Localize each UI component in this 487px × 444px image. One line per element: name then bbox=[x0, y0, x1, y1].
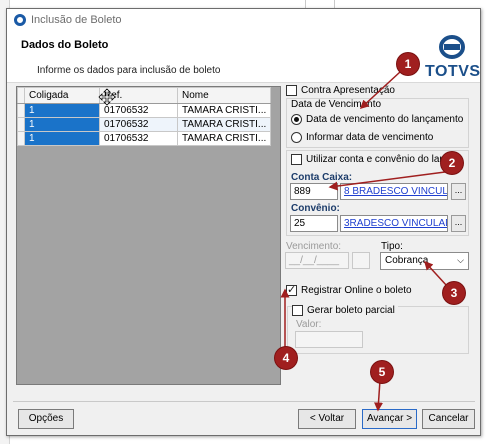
radio-label: Data de vencimento do lançamento bbox=[306, 114, 464, 125]
registrar-online-checkbox[interactable]: Registrar Online o boleto bbox=[286, 283, 412, 296]
footer-divider bbox=[13, 401, 475, 402]
tipo-select[interactable]: Cobrança ⌵ bbox=[380, 252, 469, 270]
tipo-label: Tipo: bbox=[381, 241, 403, 252]
row-gutter bbox=[17, 131, 25, 146]
app-icon bbox=[14, 14, 26, 26]
contra-apresentacao-checkbox[interactable]: Contra Apresentação bbox=[286, 85, 395, 96]
conta-caixa-lookup-button[interactable]: ... bbox=[451, 183, 466, 200]
title-bar: Inclusão de Boleto bbox=[7, 9, 480, 31]
radio-informar-vencimento[interactable]: Informar data de vencimento bbox=[291, 132, 433, 143]
cell-nome[interactable]: TAMARA CRISTI... bbox=[176, 131, 272, 146]
header-title: Dados do Boleto bbox=[21, 39, 109, 51]
annotation-marker-1: 1 bbox=[397, 53, 419, 75]
checkbox[interactable] bbox=[291, 154, 302, 165]
radio-button[interactable] bbox=[291, 132, 302, 143]
background-divider bbox=[334, 0, 335, 8]
cancelar-button[interactable]: Cancelar bbox=[422, 409, 475, 429]
utilizar-conta-label: Utilizar conta e convênio do lançamento bbox=[306, 154, 456, 165]
window-title: Inclusão de Boleto bbox=[31, 14, 122, 26]
boleto-grid[interactable]: Coligada Ref. Nome 1 01706532 TAMARA CRI… bbox=[16, 86, 281, 385]
annotation-marker-5: 5 bbox=[371, 361, 393, 383]
cell-coligada[interactable]: 1 bbox=[24, 131, 100, 146]
gerar-parcial-checkbox[interactable]: Gerar boleto parcial bbox=[292, 305, 398, 316]
convenio-desc-field[interactable]: 3RADESCO VINCULADA SP8 bbox=[340, 215, 448, 232]
voltar-button[interactable]: < Voltar bbox=[298, 409, 356, 429]
cell-coligada[interactable]: 1 bbox=[24, 117, 100, 132]
utilizar-conta-checkbox[interactable]: Utilizar conta e convênio do lançamento bbox=[291, 154, 456, 165]
cell-nome[interactable]: TAMARA CRISTI... bbox=[176, 103, 272, 118]
chevron-down-icon: ⌵ bbox=[457, 255, 464, 265]
header-subtitle: Informe os dados para inclusão de boleto bbox=[37, 65, 221, 76]
annotation-marker-2: 2 bbox=[441, 152, 463, 174]
row-gutter bbox=[17, 103, 25, 118]
totvs-logo-text: TOTVS bbox=[425, 63, 481, 80]
background-divider bbox=[305, 0, 306, 8]
registrar-online-label: Registrar Online o boleto bbox=[301, 285, 412, 296]
conta-caixa-label: Conta Caixa: bbox=[291, 172, 353, 183]
gerar-parcial-label: Gerar boleto parcial bbox=[307, 305, 395, 316]
row-gutter bbox=[17, 117, 25, 132]
avancar-button[interactable]: Avançar > bbox=[362, 409, 417, 429]
radio-label: Informar data de vencimento bbox=[306, 132, 434, 143]
radio-vencimento-lancamento[interactable]: Data de vencimento do lançamento bbox=[291, 114, 463, 125]
calendar-icon[interactable] bbox=[352, 252, 370, 269]
convenio-code-input[interactable]: 25 bbox=[290, 215, 338, 232]
move-cursor-icon bbox=[98, 88, 116, 106]
column-header-coligada[interactable]: Coligada bbox=[24, 87, 100, 104]
cell-ref[interactable]: 01706532 bbox=[99, 117, 178, 132]
table-row[interactable]: 1 01706532 TAMARA CRISTI... bbox=[17, 117, 272, 132]
conta-caixa-desc-field[interactable]: 8 BRADESCO VINCULADA bbox=[340, 183, 448, 200]
vencimento-group: Data de Vencimento Data de vencimento do… bbox=[286, 98, 469, 148]
convenio-label: Convênio: bbox=[291, 203, 340, 214]
checkbox[interactable] bbox=[286, 85, 297, 96]
convenio-lookup-button[interactable]: ... bbox=[451, 215, 466, 232]
opcoes-button[interactable]: Opções bbox=[18, 409, 74, 429]
totvs-logo-icon bbox=[439, 35, 465, 59]
cell-coligada[interactable]: 1 bbox=[24, 103, 100, 118]
cell-ref[interactable]: 01706532 bbox=[99, 131, 178, 146]
vencimento-label: Vencimento: bbox=[286, 241, 342, 252]
column-header-nome[interactable]: Nome bbox=[176, 87, 272, 104]
contra-apresentacao-label: Contra Apresentação bbox=[301, 85, 395, 96]
annotation-marker-4: 4 bbox=[275, 347, 297, 369]
valor-label: Valor: bbox=[296, 319, 322, 330]
annotation-marker-3: 3 bbox=[443, 282, 465, 304]
vencimento-date-input[interactable]: __/__/____ bbox=[285, 252, 349, 269]
vencimento-group-title: Data de Vencimento bbox=[291, 99, 382, 110]
boleto-parcial-group: Gerar boleto parcial Valor: bbox=[287, 305, 469, 354]
table-row[interactable]: 1 01706532 TAMARA CRISTI... bbox=[17, 131, 272, 146]
table-row[interactable]: 1 01706532 TAMARA CRISTI... bbox=[17, 103, 272, 118]
conta-caixa-code-input[interactable]: 889 bbox=[290, 183, 338, 200]
grid-gutter-header bbox=[17, 87, 25, 104]
checkbox[interactable] bbox=[286, 283, 297, 296]
cell-nome[interactable]: TAMARA CRISTI... bbox=[176, 117, 272, 132]
checkbox[interactable] bbox=[292, 305, 303, 316]
tipo-selected-value: Cobrança bbox=[385, 255, 429, 266]
radio-button[interactable] bbox=[291, 114, 302, 125]
valor-input[interactable] bbox=[295, 331, 363, 348]
